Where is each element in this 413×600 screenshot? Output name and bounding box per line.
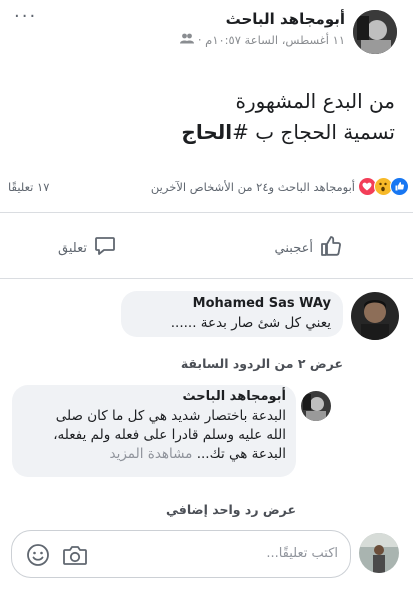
comments-count[interactable]: ١٧ تعليقًا <box>8 180 49 194</box>
avatar-photo-icon <box>359 533 399 573</box>
comment-text: يعني كل شئ صار بدعة ...... <box>170 315 331 331</box>
comment-input[interactable]: اكتب تعليقًا... <box>266 546 338 561</box>
post-meta: ١١ أغسطس، الساعة ١٠:٥٧م · <box>179 33 345 47</box>
more-options-icon[interactable]: ··· <box>14 6 37 27</box>
see-more-link[interactable]: مشاهدة المزيد <box>110 446 193 462</box>
emoji-icon[interactable] <box>26 543 50 571</box>
friends-audience-icon <box>179 33 194 47</box>
divider <box>0 278 413 279</box>
reply-bubble[interactable]: أبومجاهد الباحث البدعة باختصار شديد هي ك… <box>12 385 296 477</box>
like-outline-icon <box>319 234 343 262</box>
comment-outline-icon <box>93 234 117 262</box>
post-author-name[interactable]: أبومجاهد الباحث <box>226 10 345 28</box>
reply-author-avatar[interactable] <box>301 391 331 421</box>
comment-bubble[interactable]: Mohamed Sas WAy يعني كل شئ صار بدعة ....… <box>121 291 343 337</box>
like-label: أعجبني <box>274 240 313 256</box>
current-user-avatar[interactable] <box>359 533 399 573</box>
comment-composer[interactable]: اكتب تعليقًا... <box>11 530 351 578</box>
post-line-1: من البدع المشهورة <box>235 89 395 113</box>
post-line-2: تسمية الحجاج ب #الحاج <box>181 120 395 144</box>
commenter-avatar[interactable] <box>351 292 399 340</box>
post-text: من البدع المشهورة تسمية الحجاج ب #الحاج <box>35 86 395 148</box>
comment-label: تعليق <box>58 240 87 256</box>
avatar-photo-icon <box>301 391 331 421</box>
post-timestamp[interactable]: ١١ أغسطس، الساعة ١٠:٥٧م · <box>198 33 345 47</box>
reaction-icons[interactable] <box>357 177 409 197</box>
like-icon <box>390 177 409 196</box>
comment-button[interactable]: تعليق <box>58 234 117 262</box>
reactions-summary[interactable]: أبومجاهد الباحث و٢٤ من الأشخاص الآخرين <box>151 180 355 194</box>
commenter-name[interactable]: Mohamed Sas WAy <box>193 296 331 311</box>
hashtag-link[interactable]: الحاج <box>181 120 232 144</box>
camera-icon[interactable] <box>62 543 88 571</box>
divider <box>0 212 413 213</box>
like-button[interactable]: أعجبني <box>275 234 343 262</box>
view-more-reply[interactable]: عرض رد واحد إضافي <box>166 502 296 517</box>
reply-text: البدعة باختصار شديد هي كل ما كان صلى الل… <box>53 408 286 462</box>
post-author-avatar[interactable] <box>353 10 397 54</box>
reply-author-name[interactable]: أبومجاهد الباحث <box>183 389 287 404</box>
avatar-photo-icon <box>351 292 399 340</box>
avatar-photo-icon <box>353 10 397 54</box>
view-previous-replies[interactable]: عرض ٢ من الردود السابقة <box>181 356 343 371</box>
